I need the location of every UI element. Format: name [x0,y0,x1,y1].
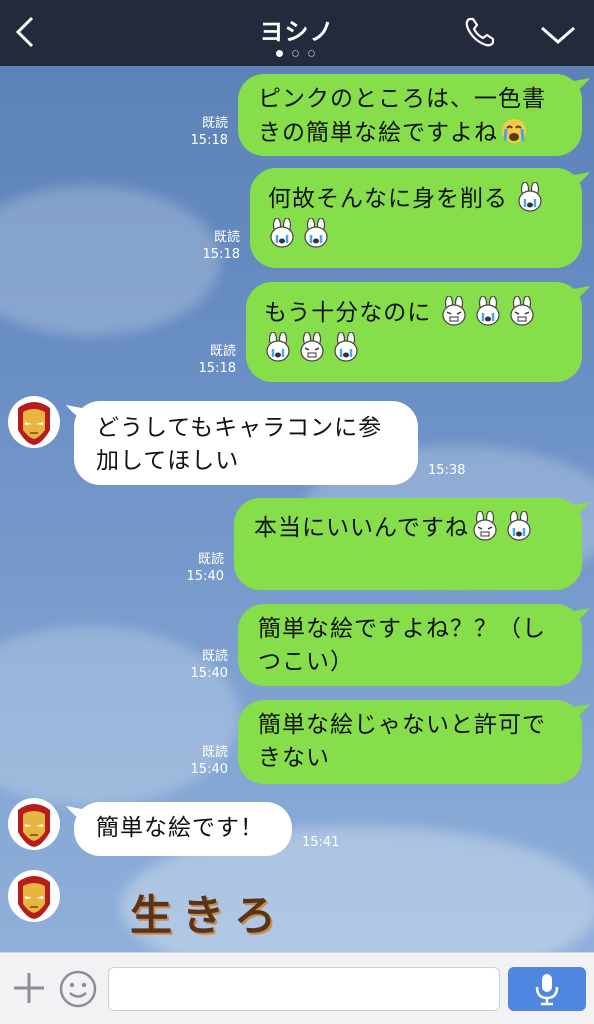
plus-icon [14,973,44,1003]
outgoing-message[interactable]: 本当にいいんですね [234,498,590,590]
emoji-button[interactable] [58,969,98,1009]
add-attachment-button[interactable] [10,969,48,1007]
message-text: つこい） [258,649,354,675]
grimacing-rabbit-sticker-icon [510,296,534,326]
message-text-line: きの簡単な絵ですよね [258,116,566,150]
message-text: 何故そんなに身を削る [268,186,508,212]
avatar[interactable] [8,798,60,850]
read-receipt: 既読 [209,344,236,359]
bubble-tail [568,78,590,94]
avatar[interactable] [8,870,60,922]
chat-header: ヨシノ [0,0,594,66]
message-text: どうしてもキャラコンに参 [96,415,383,441]
input-bar [0,952,594,1024]
read-receipt: 既読 [213,230,240,245]
message-time: 15:38 [428,463,466,478]
bubble-tail [568,502,590,518]
smiley-icon [59,970,97,1008]
outgoing-message[interactable]: 簡単な絵ですよね？？（し つこい） [238,604,590,686]
iron-man-helmet-icon [18,804,50,847]
crying-rabbit-sticker-icon [334,332,358,362]
outgoing-message[interactable]: 簡単な絵じゃないと許可で きない [238,700,590,784]
read-receipt: 既読 [201,745,228,760]
chevron-down-icon [541,26,575,44]
iron-man-helmet-icon [18,402,50,445]
phone-icon [465,17,495,47]
message-time: 15:40 [190,762,228,777]
crying-rabbit-sticker-icon [266,332,290,362]
page-dot [308,50,315,57]
menu-toggle-button[interactable] [538,20,578,48]
message-text-line: 本当にいいんですね [254,511,568,545]
grimacing-rabbit-sticker-icon [442,296,466,326]
outgoing-message[interactable]: ピンクのところは、一色書 きの簡単な絵ですよね [238,74,590,156]
grimacing-rabbit-sticker-icon [300,332,324,362]
message-text: 簡単な絵じゃないと許可で [258,712,546,738]
page-indicator [276,50,320,58]
bubble-tail [568,172,590,188]
message-input[interactable] [108,967,500,1011]
message-text: きない [258,745,330,771]
microphone-icon [535,974,559,1006]
crying-rabbit-sticker-icon [507,511,531,541]
message-text: もう十分なのに [264,300,432,326]
message-meta: 既読 15:40 [168,551,224,585]
read-receipt: 既読 [197,552,224,567]
message-time: 15:40 [190,666,228,681]
chat-area[interactable]: 既読 15:18 ピンクのところは、一色書 きの簡単な絵ですよね 既読 15:1… [0,66,594,952]
page-dot [292,50,299,57]
message-meta: 既読 15:18 [180,343,236,377]
avatar[interactable] [8,396,60,448]
bubble-tail [66,405,88,421]
message-meta: 既読 15:18 [172,115,228,149]
emoji-line [268,218,566,252]
message-time: 15:18 [190,133,228,148]
crying-rabbit-sticker-icon [518,182,542,212]
incoming-message[interactable]: どうしてもキャラコンに参 加してほしい [66,401,418,485]
crying-rabbit-sticker-icon [270,218,294,248]
message-text: 簡単な絵です！ [96,815,264,841]
message-time: 15:41 [302,835,340,850]
bubble-tail [568,608,590,624]
emoji-line [264,332,568,366]
crying-rabbit-sticker-icon [476,296,500,326]
message-text: 加してほしい [96,448,240,474]
bubble-tail [568,704,590,720]
message-meta: 既読 15:18 [184,229,240,263]
sticker-text: 生きろ [130,891,287,940]
outgoing-message[interactable]: 何故そんなに身を削る [250,168,590,268]
call-button[interactable] [462,14,498,50]
page-dot [276,50,283,57]
iron-man-helmet-icon [18,876,50,919]
message-time: 15:40 [186,569,224,584]
bubble-tail [66,806,88,822]
message-text-line: もう十分なのに [264,296,568,330]
message-meta: 既読 15:40 [172,648,228,682]
incoming-message[interactable]: 簡単な絵です！ [66,802,292,856]
message-time: 15:18 [202,247,240,262]
read-receipt: 既読 [201,116,228,131]
message-time: 15:18 [198,361,236,376]
message-meta: 既読 15:40 [172,744,228,778]
read-receipt: 既読 [201,649,228,664]
message-text: 本当にいいんですね [254,515,469,541]
bubble-tail [568,286,590,302]
voice-message-button[interactable] [508,967,586,1011]
crying-face-emoji-icon [502,119,526,143]
outgoing-message[interactable]: もう十分なのに [246,282,590,382]
chat-title: ヨシノ [259,18,335,46]
crying-rabbit-sticker-icon [304,218,328,248]
message-text: ピンクのところは、一色書 [258,86,546,112]
message-text: きの簡単な絵ですよね [258,120,498,146]
sticker[interactable]: 生きろ [130,888,310,952]
message-text: 簡単な絵ですよね？？（し [258,616,546,642]
message-text-line: 何故そんなに身を削る [268,182,566,216]
grimacing-rabbit-sticker-icon [473,511,497,541]
